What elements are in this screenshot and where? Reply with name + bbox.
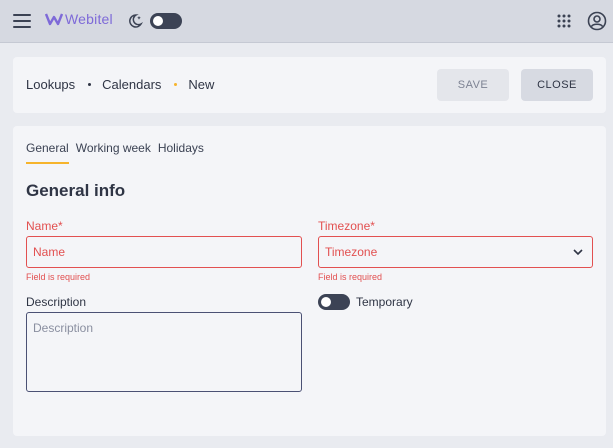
name-placeholder: Name [33, 245, 66, 259]
chevron-down-icon [573, 249, 583, 256]
name-error: Field is required [26, 272, 91, 282]
breadcrumb: Lookups Calendars New [26, 77, 214, 92]
account-icon[interactable] [587, 11, 607, 31]
form-panel: General Working week Holidays General in… [13, 126, 606, 436]
temporary-toggle[interactable] [318, 294, 350, 310]
description-label: Description [26, 295, 87, 309]
timezone-label: Timezone* [318, 219, 375, 233]
description-placeholder: Description [33, 321, 94, 335]
page-header: Lookups Calendars New SAVE CLOSE [13, 57, 606, 113]
name-input[interactable]: Name [26, 236, 302, 268]
breadcrumb-separator [88, 83, 92, 86]
breadcrumb-separator [174, 83, 178, 86]
breadcrumb-calendars[interactable]: Calendars [102, 77, 161, 92]
section-title: General info [26, 181, 126, 200]
moon-icon [129, 14, 143, 28]
save-button[interactable]: SAVE [437, 69, 509, 101]
timezone-error: Field is required [318, 272, 383, 282]
description-textarea[interactable]: Description [26, 312, 302, 392]
logo: Webitel [45, 9, 113, 29]
hamburger-menu-icon[interactable] [13, 13, 31, 28]
timezone-placeholder: Timezone [325, 245, 378, 259]
timezone-select[interactable]: Timezone [318, 236, 593, 268]
breadcrumb-lookups[interactable]: Lookups [26, 77, 75, 92]
name-label: Name* [26, 219, 63, 233]
apps-grid-icon[interactable] [557, 14, 571, 28]
tab-bar: General Working week Holidays [26, 141, 211, 164]
tab-holidays[interactable]: Holidays [158, 141, 204, 162]
temporary-label: Temporary [356, 295, 413, 309]
close-button[interactable]: CLOSE [521, 69, 593, 101]
tab-working-week[interactable]: Working week [76, 141, 151, 162]
webitel-logo-icon [45, 13, 63, 26]
top-app-bar: Webitel [0, 0, 613, 43]
breadcrumb-current: New [188, 77, 215, 92]
tab-general[interactable]: General [26, 141, 69, 164]
logo-text: Webitel [65, 11, 113, 27]
theme-toggle[interactable] [150, 13, 182, 29]
